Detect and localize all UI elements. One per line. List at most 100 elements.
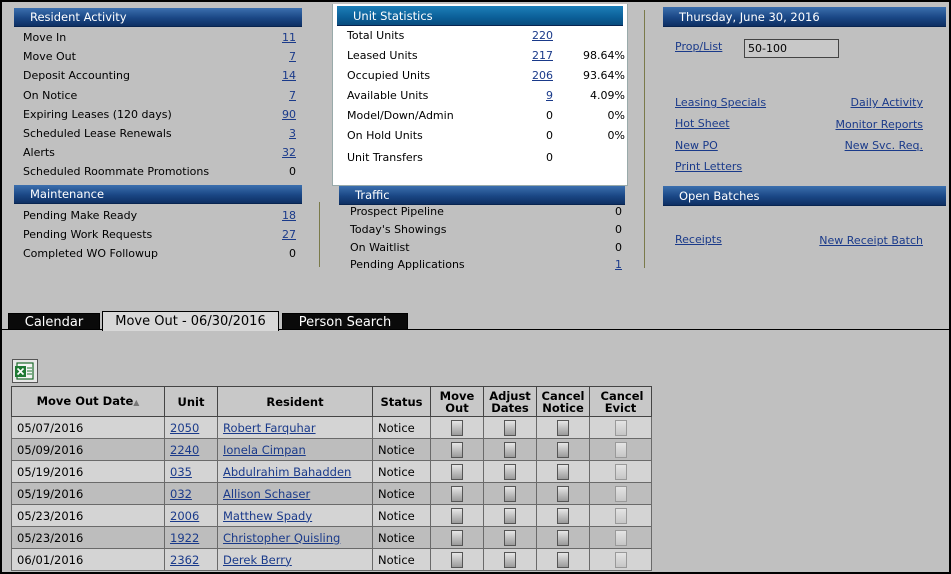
model-down-admin-count: 0 [546,109,553,122]
adjust-dates-button[interactable] [504,529,516,546]
model-down-admin-percent: 0% [607,109,625,122]
today-s-showings-count: 0 [615,222,622,236]
scheduled-roommate-promotions-label: Scheduled Roommate Promotions [23,165,210,179]
cancel-notice-button[interactable] [557,419,569,436]
unit-link[interactable]: 2050 [170,421,199,435]
alerts-label: Alerts [23,146,55,160]
adjust-dates-button[interactable] [504,441,516,458]
new-receipt-batch-link[interactable]: New Receipt Batch [819,234,923,247]
resident-link[interactable]: Christopher Quisling [223,531,340,545]
adjust-dates-button[interactable] [504,419,516,436]
table-row: 05/19/2016 032 Allison Schaser Notice [11,482,652,505]
cancel-notice-button[interactable] [557,529,569,546]
on-hold-units-percent: 0% [607,129,625,142]
resident-link[interactable]: Ionela Cimpan [223,443,306,457]
today-s-showings-row: Today's Showings 0 [350,221,622,239]
receipts-link[interactable]: Receipts [675,233,722,246]
occupied-units-row: Occupied Units 206 93.64% [347,67,627,85]
adjust-dates-button[interactable] [504,507,516,524]
move-out-count[interactable]: 7 [289,48,296,66]
today-s-showings-label: Today's Showings [350,222,447,236]
alerts-count[interactable]: 32 [282,144,296,162]
cancel-evict-button [614,507,627,524]
occupied-units-label: Occupied Units [347,69,431,82]
total-units-count[interactable]: 220 [517,27,553,45]
sort-ascending-icon: ▲ [133,397,140,407]
on-waitlist-row: On Waitlist 0 [350,239,622,257]
adjust-dates-button[interactable] [504,551,516,568]
available-units-row: Available Units 9 4.09% [347,87,627,105]
move-out-button[interactable] [451,463,463,480]
on-waitlist-label: On Waitlist [350,240,410,254]
tab-person-search[interactable]: Person Search [282,313,408,330]
move-out-button[interactable] [451,507,463,524]
monitor-reports-link[interactable]: Monitor Reports [835,118,923,131]
completed-wo-followup-row: Completed WO Followup 0 [23,245,296,263]
unit-link[interactable]: 1922 [170,531,199,545]
cancel-notice-button[interactable] [557,507,569,524]
table-row: 05/23/2016 2006 Matthew Spady Notice [11,504,652,527]
move-out-button[interactable] [451,551,463,568]
resident-link[interactable]: Allison Schaser [223,487,310,501]
cancel-notice-button[interactable] [557,485,569,502]
pending-make-ready-count[interactable]: 18 [282,207,296,225]
resident-link[interactable]: Derek Berry [223,553,292,567]
resident-link[interactable]: Robert Farquhar [223,421,316,435]
occupied-units-percent: 93.64% [583,69,625,82]
unit-link[interactable]: 035 [170,465,192,479]
adjust-dates-button[interactable] [504,485,516,502]
scheduled-lease-renewals-row: Scheduled Lease Renewals 3 [23,125,296,143]
cancel-evict-button [614,551,627,568]
col-move-out-date[interactable]: Move Out Date▲ [11,386,165,417]
resident-link[interactable]: Matthew Spady [223,509,312,523]
col-status[interactable]: Status [372,386,431,417]
cancel-notice-button[interactable] [557,463,569,480]
adjust-dates-button[interactable] [504,463,516,480]
resident-link[interactable]: Abdulrahim Bahadden [223,465,351,479]
cancel-notice-button[interactable] [557,551,569,568]
unit-link[interactable]: 032 [170,487,192,501]
tab-move-out[interactable]: Move Out - 06/30/2016 [102,311,279,331]
expiring-leases-120-days-count[interactable]: 90 [282,106,296,124]
leased-units-label: Leased Units [347,49,418,62]
pending-applications-count[interactable]: 1 [615,256,622,274]
scheduled-lease-renewals-label: Scheduled Lease Renewals [23,127,172,140]
leased-units-count[interactable]: 217 [517,47,553,65]
occupied-units-count[interactable]: 206 [517,67,553,85]
daily-activity-link[interactable]: Daily Activity [851,96,923,109]
move-out-date-cell: 05/09/2016 [17,442,84,457]
pending-work-requests-count[interactable]: 27 [282,226,296,244]
hot-sheet-link[interactable]: Hot Sheet [675,117,730,130]
new-po-link[interactable]: New PO [675,139,718,152]
new-svc-req-link[interactable]: New Svc. Req. [845,139,923,152]
move-out-button[interactable] [451,485,463,502]
move-in-count[interactable]: 11 [282,29,296,47]
excel-export-button[interactable] [12,359,38,383]
deposit-accounting-label: Deposit Accounting [23,69,130,83]
scheduled-lease-renewals-count[interactable]: 3 [289,125,296,143]
prop-list-link[interactable]: Prop/List [675,40,722,53]
table-row: 05/09/2016 2240 Ionela Cimpan Notice [11,438,652,461]
leasing-specials-link[interactable]: Leasing Specials [675,96,766,109]
col-resident[interactable]: Resident [217,386,373,417]
cancel-evict-button [614,485,627,502]
move-out-button[interactable] [451,419,463,436]
on-notice-count[interactable]: 7 [289,87,296,105]
available-units-count[interactable]: 9 [517,87,553,105]
tab-calendar[interactable]: Calendar [8,313,100,330]
print-letters-link[interactable]: Print Letters [675,160,742,173]
unit-link[interactable]: 2006 [170,509,199,523]
prop-list-input[interactable] [744,39,839,58]
col-unit[interactable]: Unit [164,386,218,417]
cancel-notice-button[interactable] [557,441,569,458]
maintenance-header: Maintenance [14,185,302,204]
col-adjust-dates: Adjust Dates [483,386,537,417]
unit-link[interactable]: 2240 [170,443,199,457]
deposit-accounting-count[interactable]: 14 [282,67,296,85]
unit-link[interactable]: 2362 [170,553,199,567]
move-out-button[interactable] [451,441,463,458]
move-out-button[interactable] [451,529,463,546]
cancel-evict-button [614,463,627,480]
status-cell: Notice [378,464,415,479]
pending-applications-row: Pending Applications 1 [350,256,622,274]
